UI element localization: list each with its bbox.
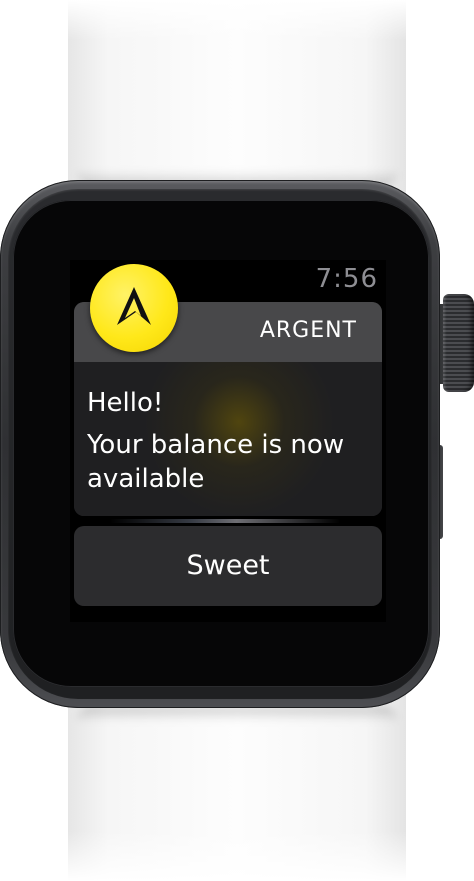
- argent-logo-icon: [90, 264, 178, 352]
- notification-body: Hello! Your balance is now available: [74, 362, 382, 516]
- notification-title: Hello!: [87, 388, 164, 418]
- sweet-action-button[interactable]: Sweet: [74, 526, 382, 606]
- action-button-label: Sweet: [186, 550, 270, 581]
- watch-mockup: 7:56 ARGENT Hello! Your balance is now a…: [0, 0, 474, 881]
- status-time: 7:56: [315, 264, 378, 294]
- watch-display: 7:56 ARGENT Hello! Your balance is now a…: [70, 260, 386, 622]
- digital-crown[interactable]: [443, 294, 474, 392]
- band-shadow-bottom: [76, 706, 398, 722]
- argent-logo-glyph: [117, 287, 151, 325]
- notification-message: Your balance is now available: [87, 430, 345, 494]
- notification-app-name: ARGENT: [259, 318, 357, 343]
- notification-divider: [110, 519, 340, 523]
